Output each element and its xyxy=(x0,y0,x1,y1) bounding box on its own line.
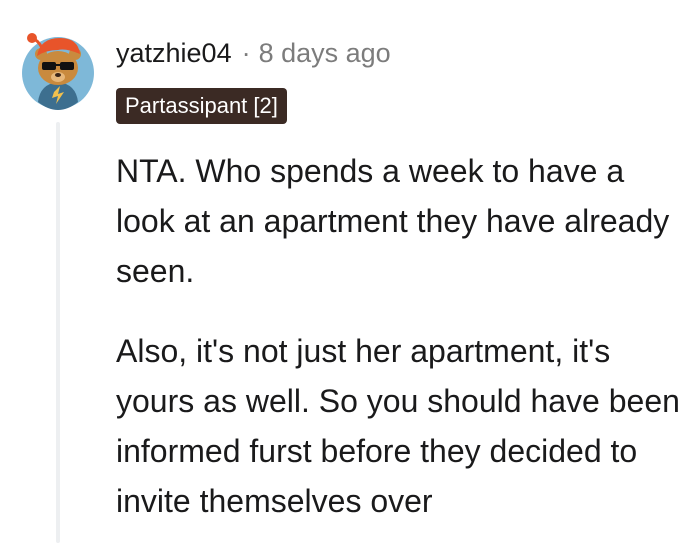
comment-header: yatzhie04 · 8 days ago xyxy=(116,38,391,69)
snoo-avatar-icon xyxy=(22,33,94,110)
comment-body: NTA. Who spends a week to have a look at… xyxy=(116,146,691,556)
user-avatar[interactable] xyxy=(18,26,100,114)
user-flair-badge: Partassipant [2] xyxy=(116,88,287,124)
thread-line[interactable] xyxy=(56,122,60,543)
comment-paragraph: Also, it's not just her apartment, it's … xyxy=(116,333,680,519)
meta-separator: · xyxy=(241,38,251,68)
username-link[interactable]: yatzhie04 xyxy=(116,38,232,69)
comment: yatzhie04 · 8 days ago Partassipant [2] … xyxy=(0,0,700,543)
timestamp-link[interactable]: 8 days ago xyxy=(259,38,391,69)
comment-paragraph: NTA. Who spends a week to have a look at… xyxy=(116,153,670,289)
